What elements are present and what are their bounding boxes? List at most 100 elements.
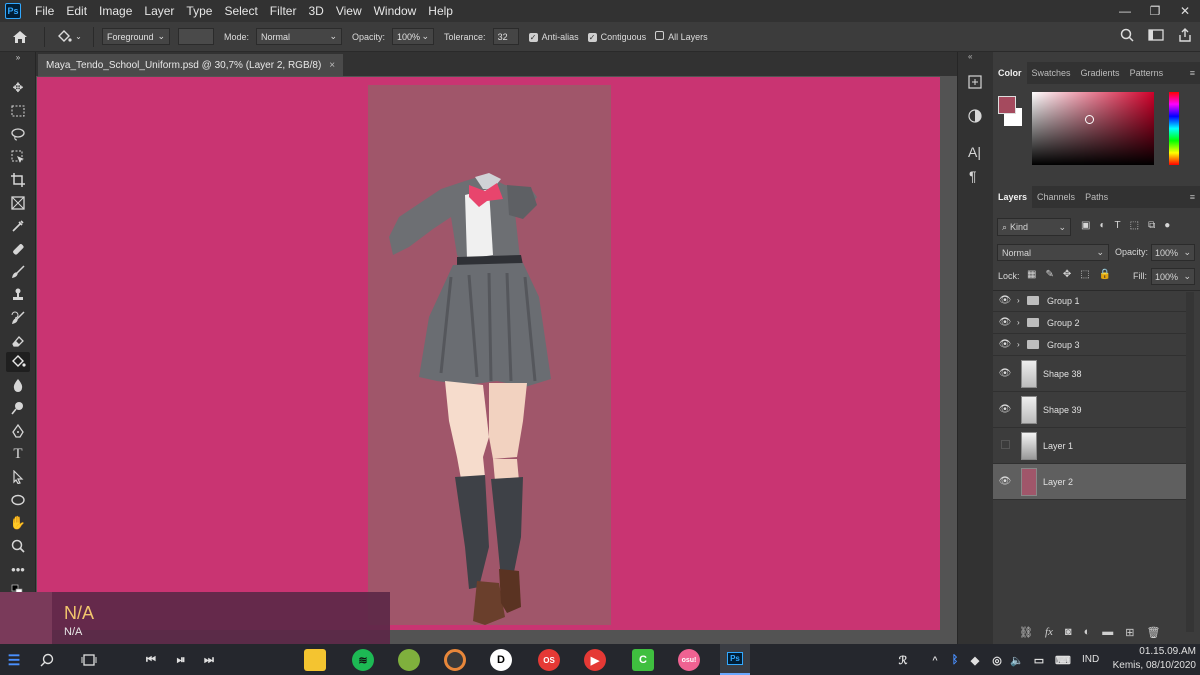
blur-tool-icon[interactable] [6, 375, 30, 395]
path-selection-tool-icon[interactable] [6, 467, 30, 487]
home-icon[interactable] [0, 30, 40, 44]
opacity-input[interactable]: 100% ⌄ [392, 28, 435, 45]
object-select-tool-icon[interactable] [6, 147, 30, 167]
language-indicator[interactable]: IND [1082, 654, 1099, 665]
layers-scrollbar[interactable] [1186, 292, 1194, 632]
lock-image-icon[interactable]: ✎ [1045, 269, 1053, 280]
file-explorer-icon[interactable] [304, 649, 326, 671]
menu-select[interactable]: Select [218, 0, 263, 22]
hue-slider[interactable] [1169, 92, 1179, 165]
filter-pixel-icon[interactable]: ▣ [1081, 220, 1090, 231]
lock-position-icon[interactable]: ✥ [1063, 269, 1071, 280]
layer-row-shape-38[interactable]: 👁 Shape 38 [993, 356, 1186, 392]
expand-chevron-icon[interactable]: › [1017, 296, 1027, 305]
menu-3d[interactable]: 3D [302, 0, 329, 22]
lock-all-icon[interactable]: 🔒 [1099, 269, 1111, 280]
link-layers-icon[interactable]: ⛓ [1019, 626, 1033, 639]
share-icon[interactable] [1178, 28, 1192, 44]
lock-artboard-icon[interactable]: ⬚ [1080, 269, 1089, 280]
expand-chevron-icon[interactable]: › [1017, 340, 1027, 349]
network-icon[interactable]: ◎ [986, 649, 1008, 671]
layer-row-layer-2[interactable]: 👁 Layer 2 [993, 464, 1186, 500]
layer-row-shape-39[interactable]: 👁 Shape 39 [993, 392, 1186, 428]
contiguous-checkbox[interactable]: ✓ Contiguous [587, 32, 646, 42]
character-panel-icon[interactable]: A| [968, 144, 981, 160]
type-tool-icon[interactable]: T [6, 444, 30, 464]
visibility-eye-icon[interactable]: 👁 [993, 476, 1017, 487]
menu-view[interactable]: View [330, 0, 368, 22]
blend-mode-select[interactable]: Normal ⌄ [997, 244, 1109, 261]
brush-tool-icon[interactable] [6, 262, 30, 282]
healing-brush-tool-icon[interactable] [6, 239, 30, 259]
tab-channels[interactable]: Channels [1032, 186, 1080, 208]
color-panel-menu-icon[interactable]: ≡ [1185, 62, 1200, 84]
layer-row-group-2[interactable]: 👁 › Group 2 [993, 312, 1186, 334]
previous-track-icon[interactable]: ⏮ [140, 649, 162, 671]
tab-patterns[interactable]: Patterns [1125, 62, 1169, 84]
history-panel-icon[interactable] [967, 74, 983, 93]
battery-icon[interactable]: ▭ [1028, 649, 1050, 671]
restore-icon[interactable]: ❐ [1140, 0, 1170, 22]
filter-type-icon[interactable]: T [1115, 220, 1121, 231]
visibility-off-icon[interactable] [993, 439, 1017, 452]
play-pause-icon[interactable]: ⏯ [170, 649, 192, 671]
clone-stamp-tool-icon[interactable] [6, 285, 30, 305]
filter-adjustment-icon[interactable]: ◐ [1099, 220, 1105, 231]
layer-row-layer-1[interactable]: Layer 1 [993, 428, 1186, 464]
layer-row-group-1[interactable]: 👁 › Group 1 [993, 290, 1186, 312]
photoshop-taskbar-button[interactable]: Ps [720, 644, 750, 675]
pen-tool-icon[interactable] [6, 421, 30, 441]
visibility-eye-icon[interactable]: 👁 [993, 317, 1017, 328]
layers-panel-menu-icon[interactable]: ≡ [1185, 186, 1200, 208]
filter-shape-icon[interactable]: ⬚ [1130, 220, 1139, 231]
collapse-dock-icon[interactable]: « [968, 52, 972, 61]
keyboard-icon[interactable]: ⌨ [1052, 649, 1074, 671]
document-canvas[interactable] [37, 77, 940, 630]
clock-date[interactable]: Kemis, 08/10/2020 [1104, 660, 1196, 671]
visibility-eye-icon[interactable]: 👁 [993, 295, 1017, 306]
anti-alias-checkbox[interactable]: ✓ Anti-alias [528, 32, 579, 42]
tab-paths[interactable]: Paths [1080, 186, 1113, 208]
hand-tool-icon[interactable]: ✋ [6, 513, 30, 533]
new-layer-icon[interactable]: ⊞ [1125, 626, 1134, 639]
eraser-tool-icon[interactable] [6, 331, 30, 351]
layer-mask-icon[interactable]: ◙ [1065, 626, 1072, 639]
close-window-icon[interactable]: ✕ [1170, 0, 1200, 22]
mode-select[interactable]: Normal ⌄ [256, 28, 343, 45]
dodge-tool-icon[interactable] [6, 398, 30, 418]
minimize-icon[interactable]: — [1110, 0, 1140, 22]
color-picker-field[interactable] [1032, 92, 1154, 165]
expand-chevron-icon[interactable]: › [1017, 318, 1027, 327]
adjustments-panel-icon[interactable] [967, 108, 983, 127]
menu-image[interactable]: Image [93, 0, 138, 22]
history-brush-tool-icon[interactable] [6, 308, 30, 328]
close-tab-icon[interactable]: × [329, 60, 335, 71]
start-menu-icon[interactable]: ☰ [3, 649, 25, 671]
fill-source-select[interactable]: Foreground ⌄ [102, 28, 170, 45]
app-d-icon[interactable]: D [490, 649, 512, 671]
pattern-picker[interactable] [178, 28, 214, 45]
layer-opacity-input[interactable]: 100% ⌄ [1151, 244, 1195, 261]
layer-style-icon[interactable]: fx [1045, 626, 1053, 639]
menu-filter[interactable]: Filter [264, 0, 303, 22]
marquee-tool-icon[interactable] [6, 101, 30, 121]
filter-toggle-icon[interactable]: ● [1164, 220, 1170, 231]
clock-time[interactable]: 01.15.09.AM [1112, 646, 1196, 657]
app-globe-icon[interactable] [398, 649, 420, 671]
eyedropper-tool-icon[interactable] [6, 216, 30, 236]
collapse-toolbar-icon[interactable]: » [6, 52, 30, 62]
lock-transparent-icon[interactable]: ▦ [1027, 269, 1036, 280]
app-osu-icon[interactable]: osu! [678, 649, 700, 671]
app-os-icon[interactable]: OS [538, 649, 560, 671]
visibility-eye-icon[interactable]: 👁 [993, 339, 1017, 350]
visibility-eye-icon[interactable]: 👁 [993, 368, 1017, 379]
paint-bucket-tool-icon[interactable] [6, 352, 30, 372]
layer-row-group-3[interactable]: 👁 › Group 3 [993, 334, 1186, 356]
tab-gradients[interactable]: Gradients [1076, 62, 1125, 84]
all-layers-checkbox[interactable]: All Layers [655, 31, 708, 42]
layer-filter-select[interactable]: ⌕ Kind ⌄ [997, 218, 1071, 236]
canvas-area[interactable] [36, 76, 957, 644]
foreground-color-swatch[interactable] [998, 96, 1016, 114]
tab-layers[interactable]: Layers [993, 186, 1033, 208]
dropbox-icon[interactable]: ◆ [964, 649, 986, 671]
